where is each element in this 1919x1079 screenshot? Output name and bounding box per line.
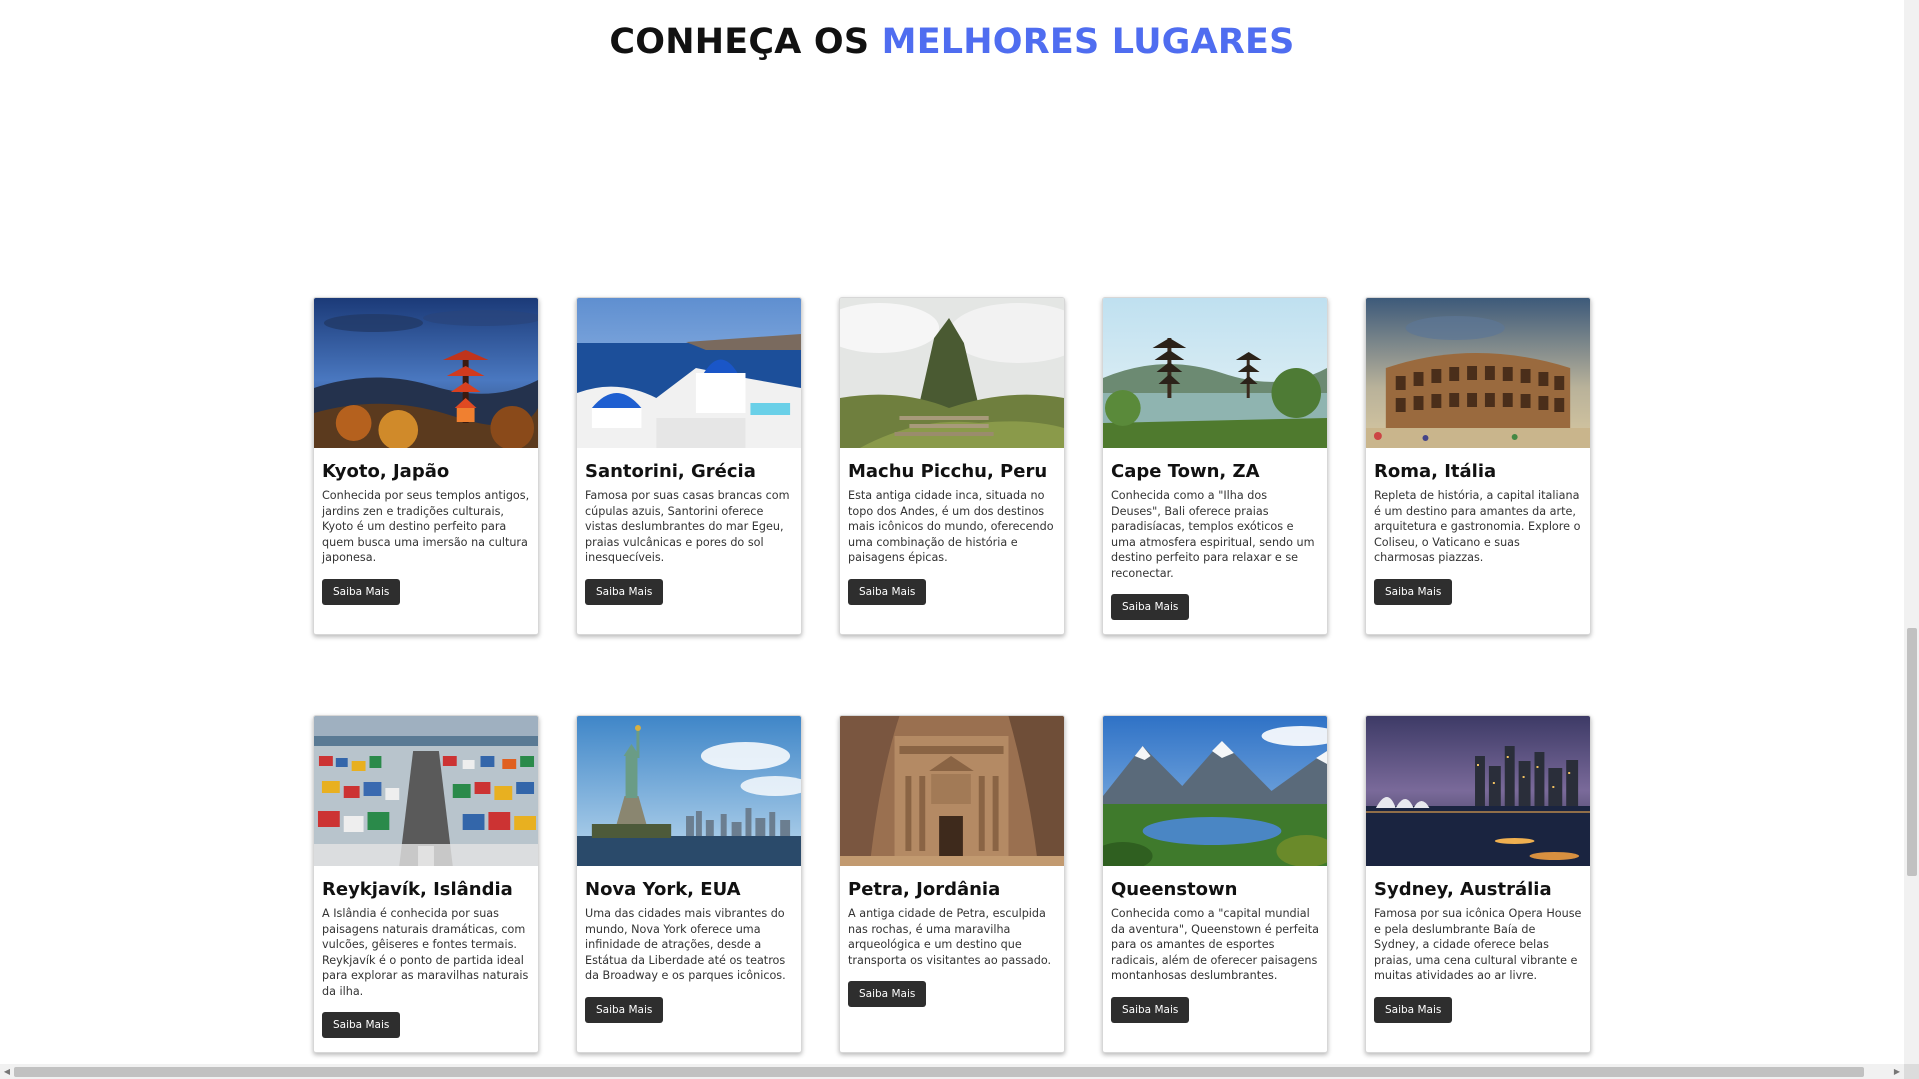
destination-card-petra: Petra, Jordânia A antiga cidade de Petra…	[839, 715, 1065, 1053]
scroll-left-arrow-icon[interactable]: ◀	[0, 1064, 14, 1079]
destination-card-nova-york: Nova York, EUA Uma das cidades mais vibr…	[576, 715, 802, 1053]
petra-monastery-image	[840, 716, 1064, 866]
card-description: Uma das cidades mais vibrantes do mundo,…	[585, 907, 786, 982]
saiba-mais-button[interactable]: Saiba Mais	[848, 981, 927, 1007]
saiba-mais-button[interactable]: Saiba Mais	[322, 578, 401, 605]
card-description: Repleta de história, a capital italiana …	[1374, 489, 1581, 564]
card-title: Sydney, Austrália	[1374, 879, 1552, 900]
reykjavik-rooftops-image	[314, 716, 538, 866]
queenstown-mountains-image	[1103, 716, 1327, 866]
destinations-grid: Kyoto, Japão Conhecida por seus templos …	[313, 297, 1591, 1053]
card-description: Famosa por suas casas brancas com cúpula…	[585, 489, 790, 564]
scrollbar-corner	[1904, 1064, 1919, 1079]
bali-temple-image	[1103, 298, 1327, 448]
card-title: Petra, Jordânia	[848, 879, 1001, 900]
kyoto-pagoda-image	[314, 298, 538, 448]
saiba-mais-button[interactable]: Saiba Mais	[1111, 996, 1190, 1023]
card-description: A Islândia é conhecida por suas paisagen…	[322, 907, 529, 998]
card-description: Conhecida como a "Ilha dos Deuses", Bali…	[1111, 489, 1315, 580]
card-description: A antiga cidade de Petra, esculpida nas …	[848, 907, 1052, 967]
vertical-scrollbar-thumb[interactable]	[1907, 628, 1917, 876]
card-description: Conhecida como a "capital mundial da ave…	[1111, 907, 1319, 982]
saiba-mais-button[interactable]: Saiba Mais	[848, 578, 927, 605]
saiba-mais-button[interactable]: Saiba Mais	[1374, 578, 1453, 605]
page: CONHEÇA OS MELHORES LUGARES Kyoto, Japão…	[0, 0, 1904, 1064]
heading-accent-text: MELHORES LUGARES	[881, 22, 1295, 62]
saiba-mais-button[interactable]: Saiba Mais	[322, 1012, 401, 1038]
destination-card-reykjavik: Reykjavík, Islândia A Islândia é conheci…	[313, 715, 539, 1053]
destination-card-sydney: Sydney, Austrália Famosa por sua icônica…	[1365, 715, 1591, 1053]
card-title: Cape Town, ZA	[1111, 461, 1260, 482]
horizontal-scrollbar-thumb[interactable]	[14, 1067, 1864, 1077]
card-title: Queenstown	[1111, 879, 1238, 900]
scroll-right-arrow-icon[interactable]: ▶	[1890, 1064, 1904, 1079]
destination-card-kyoto: Kyoto, Japão Conhecida por seus templos …	[313, 297, 539, 635]
saiba-mais-button[interactable]: Saiba Mais	[585, 578, 664, 605]
card-title: Santorini, Grécia	[585, 461, 756, 482]
card-title: Reykjavík, Islândia	[322, 879, 513, 900]
card-description: Esta antiga cidade inca, situada no topo…	[848, 489, 1054, 564]
destination-card-cape-town: Cape Town, ZA Conhecida como a "Ilha dos…	[1102, 297, 1328, 635]
colosseum-image	[1366, 298, 1590, 448]
statue-of-liberty-image	[577, 716, 801, 866]
card-description: Famosa por sua icônica Opera House e pel…	[1374, 907, 1582, 982]
destination-card-machu-picchu: Machu Picchu, Peru Esta antiga cidade in…	[839, 297, 1065, 635]
card-title: Roma, Itália	[1374, 461, 1497, 482]
horizontal-scrollbar[interactable]: ◀ ▶	[0, 1064, 1904, 1079]
saiba-mais-button[interactable]: Saiba Mais	[585, 996, 664, 1023]
card-title: Machu Picchu, Peru	[848, 461, 1048, 482]
destination-card-queenstown: Queenstown Conhecida como a "capital mun…	[1102, 715, 1328, 1053]
destination-card-roma: Roma, Itália Repleta de história, a capi…	[1365, 297, 1591, 635]
heading-text: CONHEÇA OS	[609, 22, 882, 62]
destination-card-santorini: Santorini, Grécia Famosa por suas casas …	[576, 297, 802, 635]
sydney-harbour-night-image	[1366, 716, 1590, 866]
vertical-scrollbar[interactable]	[1904, 0, 1919, 1064]
card-title: Nova York, EUA	[585, 879, 741, 900]
machu-picchu-image	[840, 298, 1064, 448]
card-title: Kyoto, Japão	[322, 461, 450, 482]
saiba-mais-button[interactable]: Saiba Mais	[1111, 594, 1190, 620]
saiba-mais-button[interactable]: Saiba Mais	[1374, 996, 1453, 1023]
section-heading: CONHEÇA OS MELHORES LUGARES	[0, 22, 1904, 62]
santorini-domes-image	[577, 298, 801, 448]
card-description: Conhecida por seus templos antigos, jard…	[322, 489, 530, 564]
